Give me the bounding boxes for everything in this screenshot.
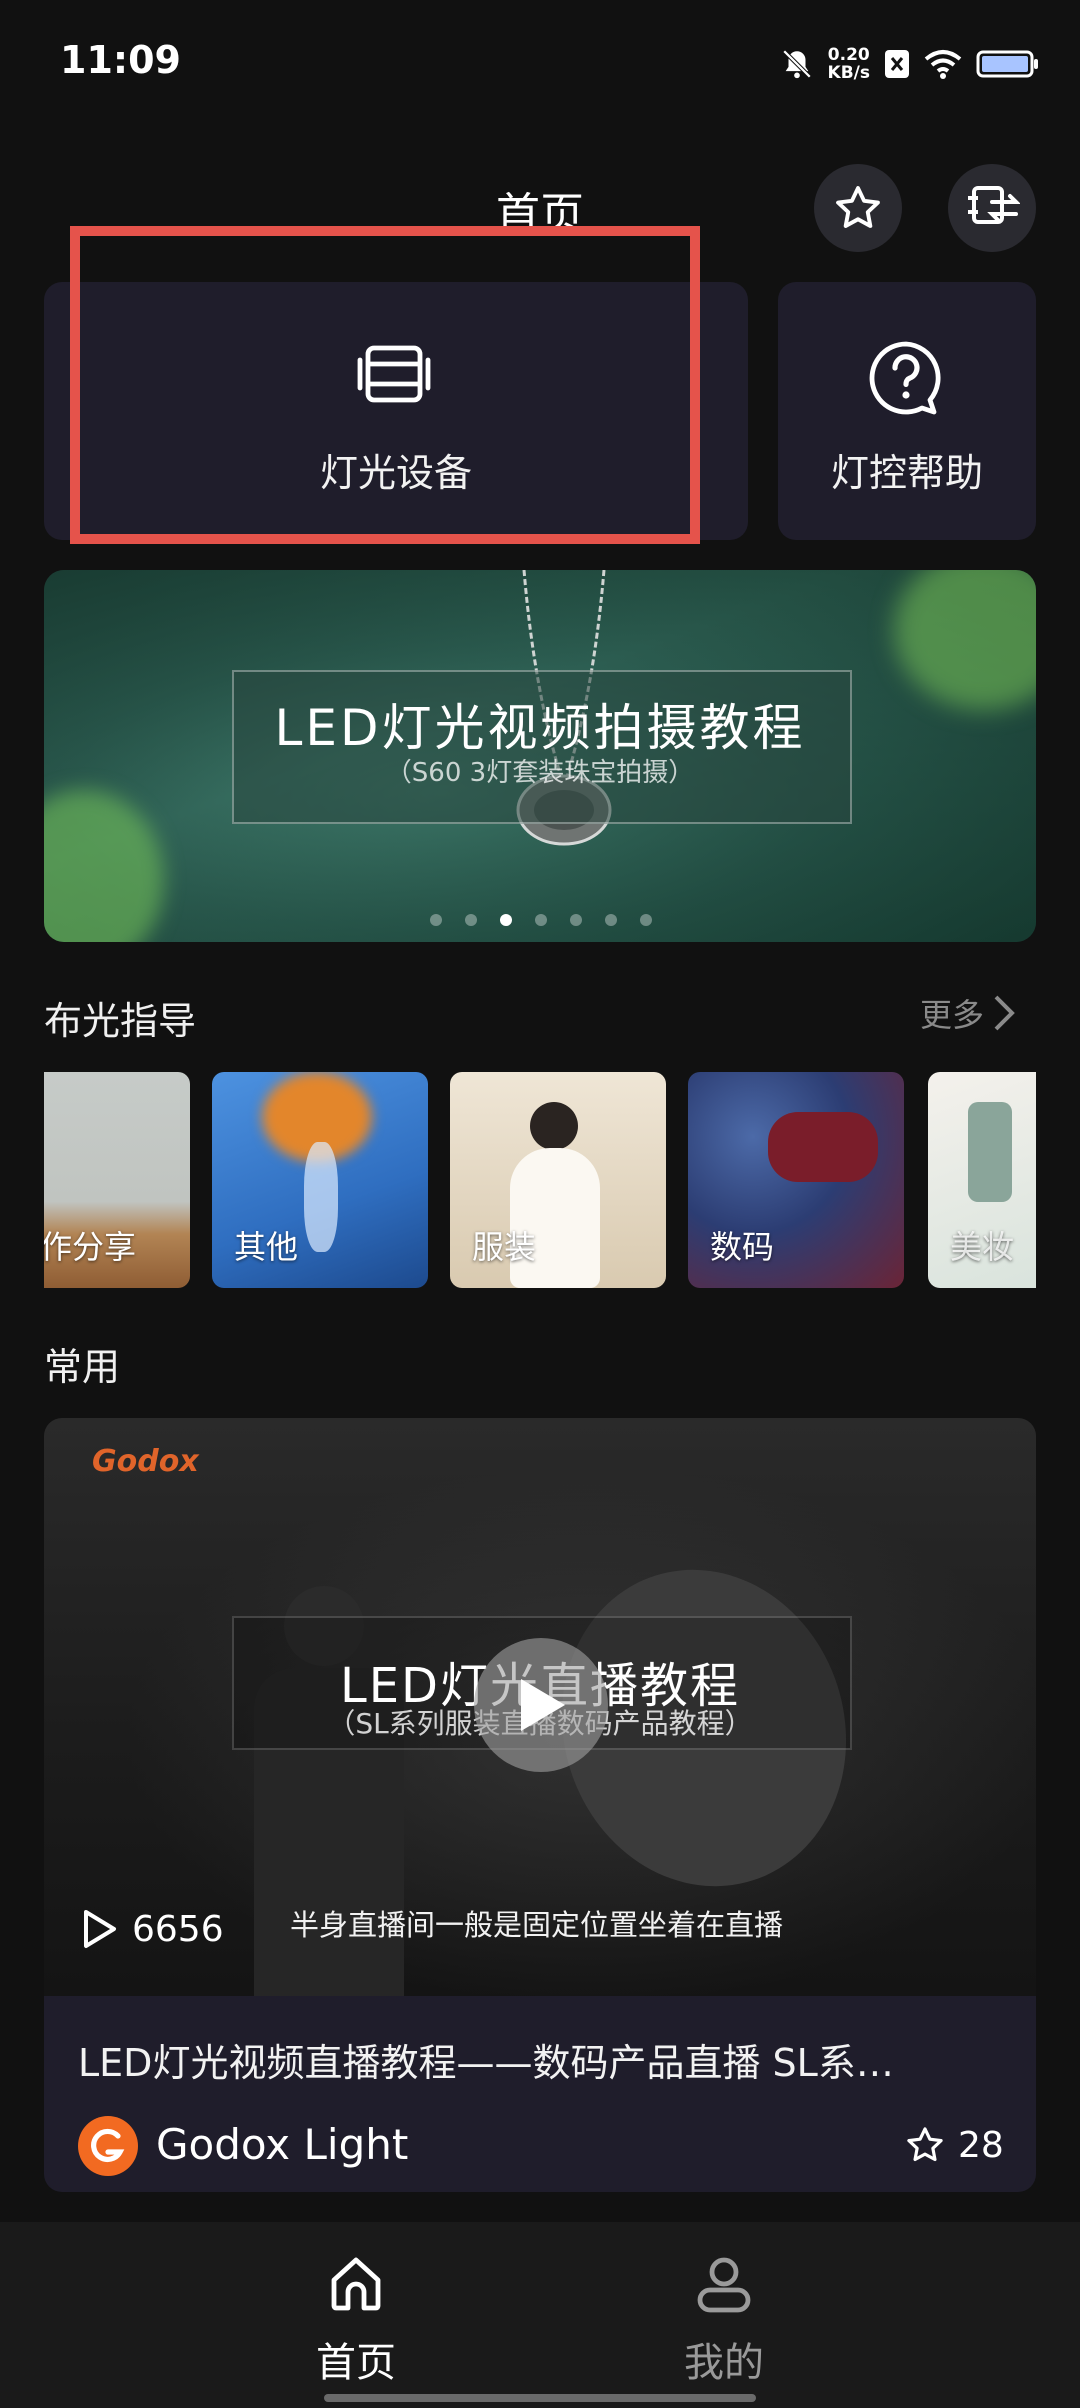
category-label: 服装 [472,1228,537,1266]
video-info[interactable]: LED灯光视频直播教程——数码产品直播 SL系… Godox Light 28 [44,1996,1036,2192]
more-button[interactable]: 更多 [920,990,1016,1036]
wifi-icon [924,50,962,79]
pagination-dot[interactable] [640,914,652,926]
home-icon [331,2257,381,2311]
earbuds-case [768,1112,878,1182]
tutorial-banner[interactable]: LED灯光视频拍摄教程 （S60 3灯套装珠宝拍摄） [44,570,1036,942]
model-head [530,1102,578,1150]
bottom-nav: 首页 我的 [0,2222,1080,2408]
category-card[interactable]: 作分享 [44,1072,190,1288]
more-label: 更多 [920,996,985,1034]
play-icon [521,1679,565,1731]
favorite-count-value: 28 [958,2124,1004,2166]
network-speed-unit: KB/s [827,63,870,83]
nav-item-profile[interactable]: 我的 [644,2252,804,2386]
banner-title: LED灯光视频拍摄教程 [274,699,806,757]
pagination-dot[interactable] [535,914,547,926]
play-count-icon [84,1910,116,1948]
pagination-dot[interactable] [465,914,477,926]
nav-item-home[interactable]: 首页 [276,2252,436,2386]
play-button[interactable] [474,1638,608,1772]
network-speed-value: 0.20 [827,45,870,65]
pagination-dot-active[interactable] [500,914,512,926]
home-indicator[interactable] [324,2394,756,2402]
cosmetic-bottle [968,1102,1012,1202]
star-outline-icon [836,186,880,228]
profile-icon [697,2257,751,2313]
status-time: 11:09 [60,38,181,82]
pagination-dot[interactable] [570,914,582,926]
switch-device-button[interactable] [948,164,1036,252]
star-outline-icon [907,2127,943,2162]
video-title: LED灯光视频直播教程——数码产品直播 SL系… [78,2041,894,2085]
light-device-label: 灯光设备 [319,451,472,495]
water-drop [304,1142,338,1252]
category-card[interactable]: 美妆 [928,1072,1036,1288]
pagination-dot[interactable] [430,914,442,926]
category-label: 其他 [234,1228,299,1266]
nav-label-home: 首页 [316,2340,396,2386]
category-card[interactable]: 数码 [688,1072,904,1288]
category-label: 美妆 [950,1228,1015,1266]
category-scroller[interactable]: 作分享 其他 服装 数码 美妆 [44,1072,1036,1288]
status-icons: 0.20 KB/s [780,40,1040,88]
help-question-icon [866,338,946,422]
play-count: 6656 [80,1908,224,1950]
godox-watermark: Godox [92,1444,199,1479]
network-speed: 0.20 KB/s [828,46,870,82]
video-caption: 半身直播间一般是固定位置坐着在直播 [290,1908,784,1942]
banner-subtitle: （S60 3灯套装珠宝拍摄） [385,758,695,788]
author-avatar[interactable] [78,2116,138,2176]
data-blocked-icon [885,50,909,78]
category-label: 数码 [710,1228,775,1266]
favorite-count[interactable]: 28 [904,2124,1004,2166]
pagination-dot[interactable] [605,914,617,926]
mute-bell-icon [782,49,811,79]
godox-logo-icon [91,2128,125,2163]
nav-label-profile: 我的 [684,2340,764,2386]
video-thumbnail[interactable]: Godox LED灯光直播教程 （SL系列服装直播数码产品教程） 半身直播间一般… [44,1418,1036,1996]
chevron-right-icon [994,995,1015,1031]
category-card[interactable]: 服装 [450,1072,666,1288]
play-count-value: 6656 [132,1908,224,1950]
section-title-lighting-guide: 布光指导 [44,999,197,1043]
category-card[interactable]: 其他 [212,1072,428,1288]
battery-icon [976,50,1038,78]
device-switch-icon [968,186,1020,224]
light-device-icon [356,340,432,412]
author-name[interactable]: Godox Light [156,2120,408,2169]
favorite-button[interactable] [814,164,902,252]
light-help-label: 灯控帮助 [830,451,983,495]
section-title-common: 常用 [44,1345,121,1389]
category-label: 作分享 [44,1228,137,1266]
